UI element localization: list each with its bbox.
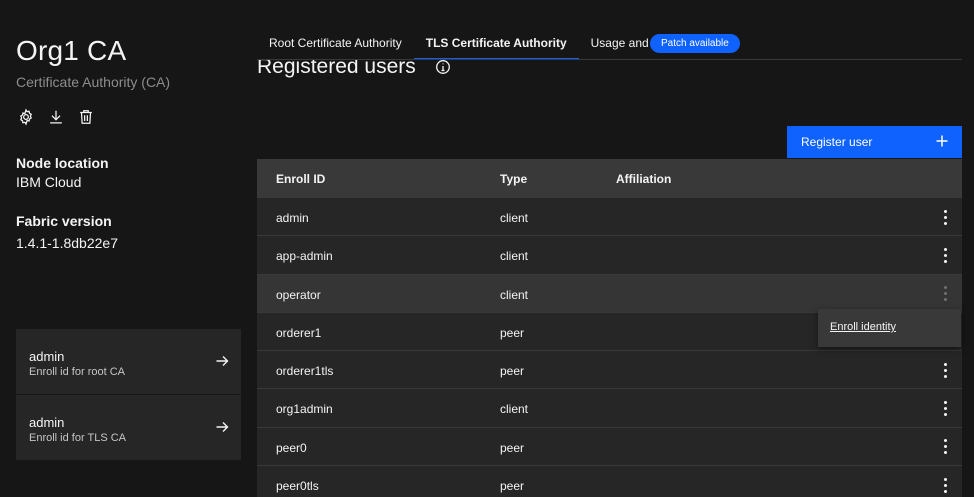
table-row[interactable]: org1admin client <box>257 388 962 427</box>
node-location-label: Node location <box>16 155 109 171</box>
tab-divider <box>257 59 962 60</box>
tab-root-ca[interactable]: Root Certificate Authority <box>257 30 414 60</box>
cell-type: peer <box>500 364 525 379</box>
cell-enroll-id: orderer1tls <box>276 364 334 379</box>
arrow-right-icon <box>215 354 229 368</box>
cell-type: client <box>500 249 529 264</box>
node-location-value: IBM Cloud <box>16 174 82 190</box>
cell-type: client <box>500 287 529 302</box>
column-header-type[interactable]: Type <box>500 172 527 186</box>
overflow-menu-icon[interactable] <box>938 246 952 264</box>
cell-type: peer <box>500 440 525 455</box>
row-overflow-menu: Enroll identity <box>818 309 961 347</box>
ca-actions <box>16 107 96 127</box>
overflow-menu-icon[interactable] <box>938 476 952 494</box>
cell-enroll-id: app-admin <box>276 249 333 264</box>
column-header-enroll-id[interactable]: Enroll ID <box>276 172 325 186</box>
identity-tile-description: Enroll id for TLS CA <box>29 432 127 444</box>
identity-tile-description: Enroll id for root CA <box>29 366 125 378</box>
overflow-menu-icon[interactable] <box>938 208 952 226</box>
gear-icon[interactable] <box>16 107 36 127</box>
register-user-label: Register user <box>801 135 873 149</box>
cell-enroll-id: peer0tls <box>276 479 319 494</box>
table-row[interactable]: peer0tls peer <box>257 465 962 497</box>
table-row[interactable]: orderer1tls peer <box>257 350 962 389</box>
cell-enroll-id: peer0 <box>276 440 307 455</box>
identity-tile-tls-ca[interactable]: admin Enroll id for TLS CA <box>16 395 241 460</box>
table-header: Enroll ID Type Affiliation <box>257 159 962 197</box>
cell-type: client <box>500 402 529 417</box>
cell-type: client <box>500 211 529 225</box>
tab-tls-ca[interactable]: TLS Certificate Authority <box>413 30 579 60</box>
trash-icon[interactable] <box>76 107 96 127</box>
identity-tile-name: admin <box>29 349 65 364</box>
table-row[interactable]: peer0 peer <box>257 426 962 466</box>
cell-enroll-id: org1admin <box>276 402 333 417</box>
register-user-button[interactable]: Register user <box>787 126 962 158</box>
overflow-menu-icon[interactable] <box>938 399 952 417</box>
ca-title: Org1 CA <box>16 35 127 66</box>
table-row[interactable]: operator client <box>257 273 962 312</box>
identity-tile-name: admin <box>29 415 65 430</box>
table-row[interactable]: admin client <box>257 197 962 236</box>
cell-type: peer <box>500 325 525 340</box>
cell-enroll-id: admin <box>276 211 309 225</box>
plus-icon <box>936 135 948 147</box>
info-icon[interactable] <box>435 59 451 75</box>
ca-subtitle: Certificate Authority (CA) <box>16 74 171 90</box>
table-row[interactable]: app-admin client <box>257 235 962 274</box>
patch-available-badge[interactable]: Patch available <box>650 34 740 53</box>
cell-enroll-id: operator <box>276 287 321 302</box>
app-window: Org1 CA Certificate Authority (CA) Node … <box>0 0 974 497</box>
column-header-affiliation[interactable]: Affiliation <box>616 172 671 186</box>
overflow-menu-icon[interactable] <box>938 361 952 379</box>
fabric-version-label: Fabric version <box>16 213 112 229</box>
cell-type: peer <box>500 479 525 494</box>
cell-enroll-id: orderer1 <box>276 325 322 340</box>
overflow-menu-icon[interactable] <box>938 285 952 303</box>
ca-tabs: Root Certificate Authority TLS Certifica… <box>257 30 684 60</box>
menu-item-enroll-identity[interactable]: Enroll identity <box>830 321 896 333</box>
fabric-version-value: 1.4.1-1.8db22e7 <box>16 235 118 251</box>
download-icon[interactable] <box>46 107 66 127</box>
overflow-menu-icon[interactable] <box>938 438 952 456</box>
identity-tile-root-ca[interactable]: admin Enroll id for root CA <box>16 329 241 394</box>
arrow-right-icon <box>215 420 229 434</box>
ca-details-panel: Org1 CA Certificate Authority (CA) Node … <box>0 0 257 497</box>
